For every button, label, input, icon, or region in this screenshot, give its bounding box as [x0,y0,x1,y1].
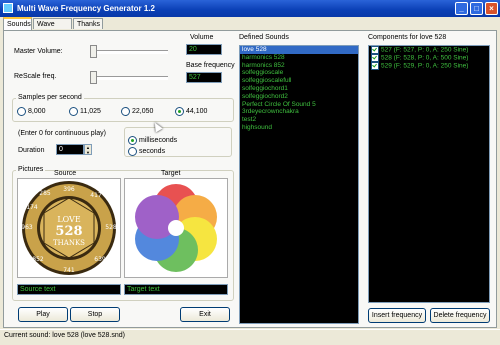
volume-field[interactable]: 20 [186,44,222,55]
seal-number-174: 174 [26,204,38,211]
seal-number-852: 852 [32,256,44,263]
target-image[interactable] [124,178,228,278]
app-icon [3,3,13,13]
master-volume-label: Master Volume: [14,48,63,55]
source-image[interactable]: 396 417 528 639 741 852 963 174 285 LOVE… [17,178,121,278]
delete-frequency-button[interactable]: Delete frequency [430,308,490,323]
checkbox-icon[interactable] [371,61,379,70]
seal-number-741: 741 [63,267,75,274]
sound-item[interactable]: 3rdeyecrownchakra [240,108,358,116]
play-button[interactable]: Play [18,307,68,322]
samples-44100-radio[interactable] [175,107,184,116]
love-528-seal: 396 417 528 639 741 852 963 174 285 LOVE… [21,181,117,275]
samples-22050-label: 22,050 [132,108,154,115]
stop-button[interactable]: Stop [70,307,120,322]
component-item[interactable]: 529 (F: 529, P: 0, A: 250 Sine) [369,61,489,70]
seal-number-396: 396 [63,186,75,193]
rescale-track[interactable] [90,76,168,80]
volume-label: Volume [190,34,214,41]
seconds-radio[interactable] [128,147,137,156]
seal-number-417: 417 [90,192,102,199]
sound-item[interactable]: love 528 [240,46,358,54]
components-label: Components for love 528 [368,34,447,41]
insert-frequency-button[interactable]: Insert frequency [368,308,426,323]
tab-wave-view[interactable]: Wave view [33,18,72,39]
sound-item[interactable]: harmonics 852 [240,62,358,70]
checkbox-icon[interactable] [371,46,379,54]
samples-44100-label: 44,100 [186,108,208,115]
seal-thanks-text: THANKS [53,239,85,247]
source-label: Source [54,170,77,177]
defined-sounds-label: Defined Sounds [239,34,289,41]
source-text-field[interactable]: Source text [17,284,121,295]
master-volume-track[interactable] [90,50,168,54]
component-text: 527 (F: 527, P: 0, A: 250 Sine) [381,46,469,54]
seal-number-639: 639 [94,256,106,263]
seal-number-285: 285 [39,190,51,197]
duration-spinner[interactable]: ▲ ▼ [84,144,92,155]
sound-item[interactable]: solfeggiochord1 [240,85,358,93]
target-text-field[interactable]: Target text [124,284,228,295]
sound-item[interactable]: solfeggioscalefull [240,77,358,85]
seal-number-963: 963 [21,224,33,231]
title-bar[interactable]: Multi Wave Frequency Generator 1.2 _ □ × [0,0,500,17]
seal-love-text: LOVE [57,215,81,224]
base-frequency-field[interactable]: 527 [186,72,222,83]
component-item[interactable]: 528 (F: 528, P: 0, A: 500 Sine) [369,53,489,62]
component-text: 529 (F: 529, P: 0, A: 250 Sine) [381,62,469,70]
window-title: Multi Wave Frequency Generator 1.2 [17,4,155,13]
component-item[interactable]: 527 (F: 527, P: 0, A: 250 Sine) [369,46,489,54]
master-volume-thumb[interactable] [90,45,97,58]
defined-sounds-list[interactable]: love 528 harmonics 528 harmonics 852 sol… [239,45,359,324]
checkbox-icon[interactable] [371,53,379,62]
tab-sounds[interactable]: Sounds [3,17,32,30]
duration-field[interactable]: 0 [56,144,84,155]
rescale-label: ReScale freq. [14,73,57,80]
rescale-thumb[interactable] [90,71,97,84]
component-text: 528 (F: 528, P: 0, A: 500 Sine) [381,54,469,62]
duration-hint: (Enter 0 for continuous play) [18,130,106,137]
sounds-panel: Master Volume: Volume 20 ReScale freq. B… [3,30,497,328]
milliseconds-radio[interactable] [128,136,137,145]
target-label: Target [161,170,181,177]
samples-22050-radio[interactable] [121,107,130,116]
seal-528-text: 528 [55,224,82,239]
base-frequency-label: Base frequency [186,62,235,69]
maximize-button[interactable]: □ [470,2,483,15]
tab-thanks[interactable]: Thanks [73,18,103,29]
samples-8000-radio[interactable] [17,107,26,116]
milliseconds-label: milliseconds [139,137,178,144]
minimize-button[interactable]: _ [455,2,468,15]
exit-button[interactable]: Exit [180,307,230,322]
duration-label: Duration [18,147,45,154]
close-button[interactable]: × [485,2,498,15]
sound-item[interactable]: solfeggioscale [240,69,358,77]
sound-item[interactable]: solfeggiochord2 [240,93,358,101]
sound-item[interactable]: test2 [240,116,358,124]
samples-11025-label: 11,025 [80,108,101,115]
sound-item[interactable]: Perfect Circle Of Sound 5 [240,101,358,109]
seconds-label: seconds [139,148,166,155]
seal-number-528: 528 [105,224,117,231]
samples-11025-radio[interactable] [69,107,78,116]
status-bar: Current sound: love 528 (love 528.snd) [0,329,500,345]
components-list[interactable]: 527 (F: 527, P: 0, A: 250 Sine) 528 (F: … [368,45,490,303]
color-flower [135,184,217,272]
samples-legend: Samples per second [16,94,84,101]
samples-8000-label: 8,000 [28,108,46,115]
status-text: Current sound: love 528 (love 528.snd) [4,332,126,339]
pictures-legend: Pictures [16,166,46,173]
sound-item[interactable]: highsound [240,124,358,132]
sound-item[interactable]: harmonics 528 [240,54,358,62]
